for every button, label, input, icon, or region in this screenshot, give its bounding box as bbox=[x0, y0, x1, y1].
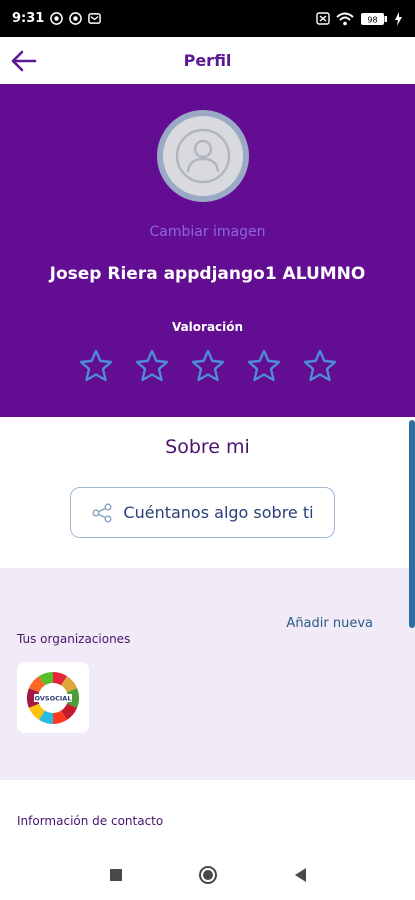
circle-icon bbox=[198, 866, 217, 884]
tell-us-about-you-button[interactable]: Cuéntanos algo sobre ti bbox=[70, 487, 335, 538]
page-title: Perfil bbox=[183, 51, 232, 70]
recents-button[interactable] bbox=[104, 863, 128, 887]
profile-header: Cambiar imagen Josep Riera appdjango1 AL… bbox=[0, 84, 415, 417]
rating-stars bbox=[78, 348, 338, 386]
battery-icon: 98 bbox=[361, 12, 387, 25]
star-icon[interactable] bbox=[190, 348, 226, 384]
battery-level: 98 bbox=[367, 15, 377, 24]
app-bar: Perfil bbox=[0, 37, 415, 84]
back-button[interactable] bbox=[8, 45, 40, 77]
organization-logo-text: OVSOCIAL bbox=[35, 694, 72, 702]
arrow-left-icon bbox=[11, 50, 37, 72]
organization-card[interactable]: OVSOCIAL bbox=[17, 662, 89, 733]
share-icon bbox=[92, 502, 113, 523]
square-icon bbox=[109, 869, 122, 881]
back-nav-button[interactable] bbox=[288, 863, 312, 887]
system-nav-bar bbox=[0, 850, 415, 900]
user-placeholder-icon bbox=[175, 128, 231, 184]
status-bar: 9:31 98 bbox=[0, 0, 415, 37]
user-name: Josep Riera appdjango1 ALUMNO bbox=[49, 264, 366, 284]
change-image-link[interactable]: Cambiar imagen bbox=[0, 224, 415, 240]
add-new-link[interactable]: Añadir nueva bbox=[286, 616, 373, 631]
notification-icon bbox=[50, 12, 64, 25]
mail-icon bbox=[88, 13, 102, 24]
star-icon[interactable] bbox=[134, 348, 170, 384]
tell-us-button-label: Cuéntanos algo sobre ti bbox=[123, 503, 314, 522]
star-icon[interactable] bbox=[246, 348, 282, 384]
notification-icon bbox=[69, 12, 83, 25]
close-box-icon bbox=[316, 12, 330, 25]
star-icon[interactable] bbox=[302, 348, 338, 384]
rating-label: Valoración bbox=[171, 320, 244, 334]
status-time: 9:31 bbox=[12, 11, 45, 26]
contact-info-title: Información de contacto bbox=[17, 814, 164, 828]
charging-icon bbox=[395, 11, 402, 26]
home-button[interactable] bbox=[196, 863, 220, 887]
wifi-icon bbox=[336, 12, 354, 25]
organization-logo: OVSOCIAL bbox=[26, 671, 80, 724]
organizations-title: Tus organizaciones bbox=[17, 632, 131, 646]
avatar[interactable] bbox=[157, 110, 249, 202]
triangle-back-icon bbox=[294, 868, 306, 882]
scrollbar[interactable] bbox=[409, 420, 415, 628]
about-title: Sobre mi bbox=[165, 436, 250, 458]
star-icon[interactable] bbox=[78, 348, 114, 384]
organizations-section: Añadir nueva Tus organizaciones OVSOCIAL bbox=[0, 568, 415, 780]
